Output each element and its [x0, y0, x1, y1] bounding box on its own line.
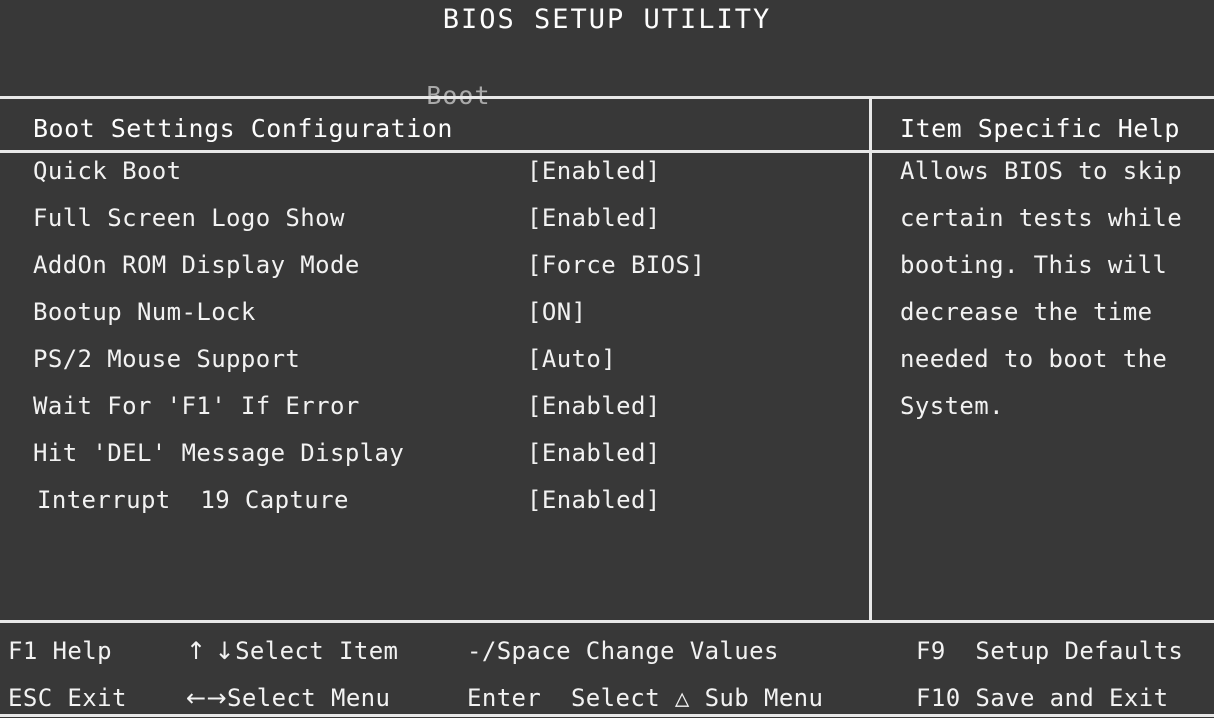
page-title: BIOS SETUP UTILITY — [0, 4, 1214, 35]
key-hint-f10-save-and-exit: F10 Save and Exit — [916, 684, 1168, 712]
settings-list: Quick Boot [Enabled] Full Screen Logo Sh… — [0, 157, 869, 533]
settings-section-heading: Boot Settings Configuration — [33, 114, 453, 143]
setting-row-ps2-mouse-support[interactable]: PS/2 Mouse Support [Auto] — [0, 345, 869, 392]
setting-label: Wait For 'F1' If Error — [33, 392, 360, 420]
key-hint-select-menu: ←→Select Menu — [186, 684, 390, 712]
setting-label: Bootup Num-Lock — [33, 298, 256, 326]
key-hint-f1-help: F1 Help — [8, 637, 112, 665]
setting-value[interactable]: [Enabled] — [527, 157, 661, 185]
setting-row-interrupt-19-capture[interactable]: Interrupt 19 Capture [Enabled] — [0, 486, 869, 533]
key-hint-change-values: -/Space Change Values — [467, 637, 779, 665]
setting-value[interactable]: [Auto] — [527, 345, 616, 373]
setting-label: PS/2 Mouse Support — [33, 345, 300, 373]
help-section-heading: Item Specific Help — [872, 114, 1208, 143]
boot-settings-panel: Boot Settings Configuration Quick Boot [… — [0, 99, 869, 620]
divider-bottom — [0, 714, 1214, 717]
setting-label: Quick Boot — [33, 157, 182, 185]
item-specific-help-panel: Item Specific Help Allows BIOS to skip c… — [872, 99, 1214, 620]
key-hint-f9-setup-defaults: F9 Setup Defaults — [916, 637, 1183, 665]
key-hint-select-item: ↑ ↓Select Item — [186, 637, 398, 665]
help-text-line: System. — [900, 392, 1214, 439]
setting-value[interactable]: [Enabled] — [527, 439, 661, 467]
setting-row-quick-boot[interactable]: Quick Boot [Enabled] — [0, 157, 869, 204]
help-text-line: certain tests while — [900, 204, 1214, 251]
setting-row-full-screen-logo-show[interactable]: Full Screen Logo Show [Enabled] — [0, 204, 869, 251]
footer-key-legend: F1 Help ↑ ↓Select Item -/Space Change Va… — [0, 623, 1214, 714]
setting-row-wait-for-f1-if-error[interactable]: Wait For 'F1' If Error [Enabled] — [0, 392, 869, 439]
header: BIOS SETUP UTILITY Boot — [0, 0, 1214, 96]
setting-value[interactable]: [ON] — [527, 298, 586, 326]
help-text-line: Allows BIOS to skip — [900, 157, 1214, 204]
setting-label: Full Screen Logo Show — [33, 204, 345, 232]
setting-label: Hit 'DEL' Message Display — [33, 439, 404, 467]
setting-value[interactable]: [Enabled] — [527, 486, 661, 514]
help-text-line: booting. This will — [900, 251, 1214, 298]
help-text-line: decrease the time — [900, 298, 1214, 345]
setting-value[interactable]: [Enabled] — [527, 204, 661, 232]
key-hint-enter-sub-menu: Enter Select △ Sub Menu — [467, 684, 823, 712]
help-text-line: needed to boot the — [900, 345, 1214, 392]
key-hint-select-menu-label: Select Menu — [227, 684, 390, 712]
setting-label: Interrupt 19 Capture — [37, 486, 349, 514]
setting-row-bootup-num-lock[interactable]: Bootup Num-Lock [ON] — [0, 298, 869, 345]
bios-setup-screen: BIOS SETUP UTILITY Boot Boot Settings Co… — [0, 0, 1214, 718]
setting-value[interactable]: [Force BIOS] — [527, 251, 705, 279]
setting-label: AddOn ROM Display Mode — [33, 251, 360, 279]
setting-row-hit-del-message-display[interactable]: Hit 'DEL' Message Display [Enabled] — [0, 439, 869, 486]
key-hint-esc-exit: ESC Exit — [8, 684, 127, 712]
left-right-arrows-icon: ←→ — [186, 684, 227, 712]
setting-row-addon-rom-display-mode[interactable]: AddOn ROM Display Mode [Force BIOS] — [0, 251, 869, 298]
setting-value[interactable]: [Enabled] — [527, 392, 661, 420]
up-down-arrows-icon: ↑ ↓ — [186, 637, 235, 665]
key-hint-select-item-label: Select Item — [235, 637, 398, 665]
help-text: Allows BIOS to skip certain tests while … — [900, 157, 1214, 439]
